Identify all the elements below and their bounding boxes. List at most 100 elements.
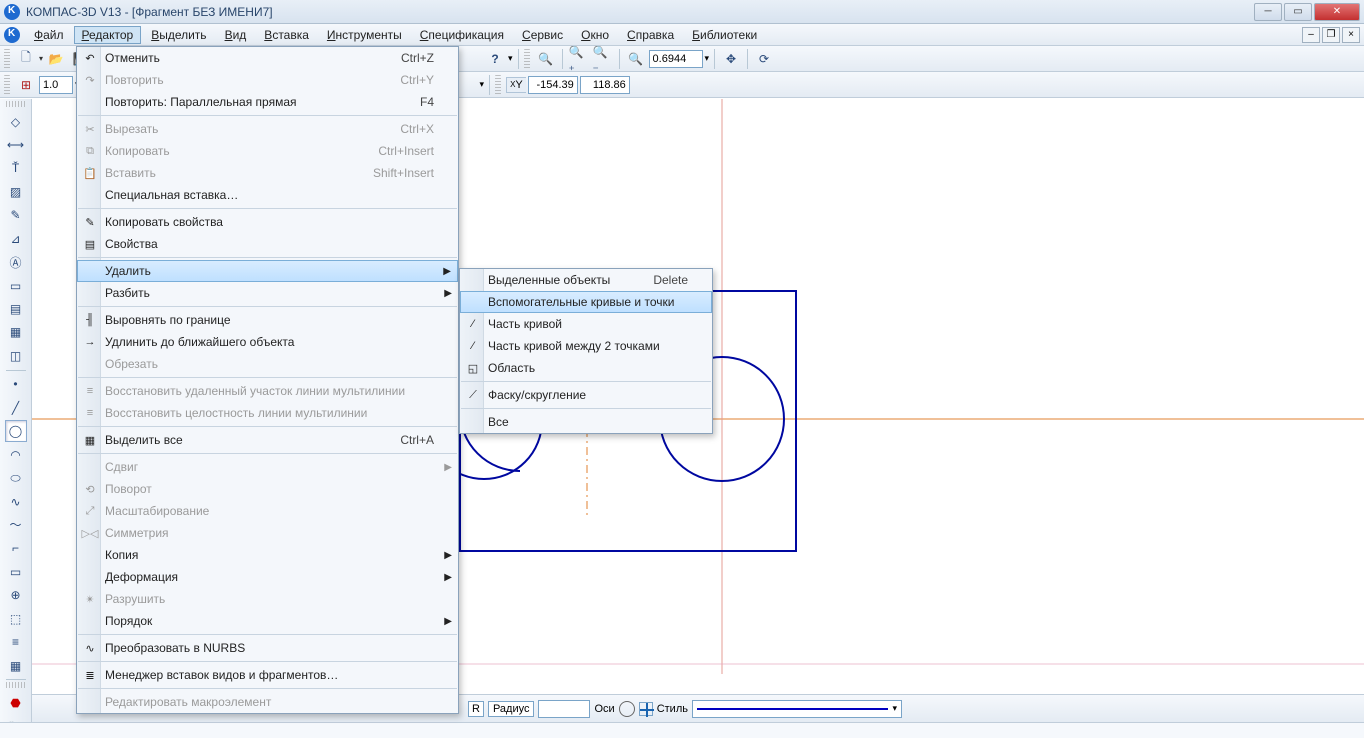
axes-on-icon[interactable] (639, 702, 653, 716)
toolbar-gripper[interactable] (495, 75, 501, 95)
mdi-restore-button[interactable]: ❐ (1322, 27, 1340, 43)
zoom-fit-button[interactable]: 🔍 (625, 48, 647, 70)
menu-сервис[interactable]: Сервис (514, 26, 571, 44)
arc-tool-icon[interactable]: ◠ (5, 444, 27, 465)
menu-item: Редактировать макроэлемент (77, 691, 458, 713)
menu-item[interactable]: Удалить▶ (77, 260, 458, 282)
style-select[interactable]: ▾ (692, 700, 902, 718)
menu-item[interactable]: ↶ОтменитьCtrl+Z (77, 47, 458, 69)
open-button[interactable]: 📂 (45, 48, 67, 70)
equid-tool-icon[interactable]: ≡ (5, 631, 27, 652)
spline-tool-icon[interactable]: ∿ (5, 491, 27, 512)
measure-tool-icon[interactable]: Ⓐ (5, 251, 27, 272)
toolbar-gripper[interactable] (6, 101, 26, 107)
menu-библиотеки[interactable]: Библиотеки (684, 26, 765, 44)
menu-item[interactable]: ╢Выровнять по границе (77, 309, 458, 331)
menu-выделить[interactable]: Выделить (143, 26, 214, 44)
mdi-close-button[interactable]: × (1342, 27, 1360, 43)
rect-tool-icon[interactable]: ▭ (5, 561, 27, 582)
menu-item[interactable]: →Удлинить до ближайшего объекта (77, 331, 458, 353)
menu-item-label: Повторить: Параллельная прямая (105, 95, 297, 109)
contour-tool-icon[interactable]: ⬚ (5, 608, 27, 629)
maximize-button[interactable]: ▭ (1284, 3, 1312, 21)
menu-item[interactable]: Разбить▶ (77, 282, 458, 304)
select-tool-icon[interactable]: ▭ (5, 275, 27, 296)
param-tool-icon[interactable]: ⊿ (5, 228, 27, 249)
menu-item[interactable]: Вспомогательные кривые и точки (460, 291, 712, 313)
menu-item-icon: ⧉ (81, 142, 99, 160)
app-menu-icon[interactable] (4, 27, 20, 43)
menu-вид[interactable]: Вид (217, 26, 255, 44)
menu-окно[interactable]: Окно (573, 26, 617, 44)
step-input[interactable] (39, 76, 73, 94)
coord-x-input[interactable] (528, 76, 578, 94)
minimize-button[interactable]: ─ (1254, 3, 1282, 21)
menu-вставка[interactable]: Вставка (256, 26, 317, 44)
menu-item[interactable]: Деформация▶ (77, 566, 458, 588)
menu-инструменты[interactable]: Инструменты (319, 26, 410, 44)
text-tool-icon[interactable]: Ť (5, 158, 27, 179)
menu-item[interactable]: ▦Выделить всеCtrl+A (77, 429, 458, 451)
menu-справка[interactable]: Справка (619, 26, 682, 44)
fillet-tool-icon[interactable]: ⌐ (5, 538, 27, 559)
menu-спецификация[interactable]: Спецификация (412, 26, 512, 44)
zoom-in-button[interactable]: 🔍₊ (568, 48, 590, 70)
menu-item[interactable]: ⟋Фаску/скругление (460, 384, 712, 406)
line-tool-icon[interactable]: ╱ (5, 397, 27, 418)
menu-item[interactable]: Копия▶ (77, 544, 458, 566)
pan-button[interactable]: ✥ (720, 48, 742, 70)
zoom-out-button[interactable]: 🔍₋ (592, 48, 614, 70)
menu-item-icon: ╢ (81, 311, 99, 329)
radius-input[interactable] (538, 700, 590, 718)
menu-редактор[interactable]: Редактор (74, 26, 142, 44)
style-label: Стиль (657, 703, 688, 715)
toolbar-gripper[interactable] (4, 49, 10, 69)
zoom-window-button[interactable]: 🔍 (535, 48, 557, 70)
coord-y-input[interactable] (580, 76, 630, 94)
menu-item[interactable]: Все (460, 411, 712, 433)
point-tool-icon[interactable]: • (5, 374, 27, 395)
hatch2-tool-icon[interactable]: ▦ (5, 655, 27, 676)
hatch-tool-icon[interactable]: ▨ (5, 181, 27, 202)
stop-button[interactable]: ⬣ (5, 692, 27, 713)
menu-item[interactable]: Выделенные объектыDelete (460, 269, 712, 291)
gather-tool-icon[interactable]: ⊕ (5, 585, 27, 606)
menu-item: ▷◁Симметрия (77, 522, 458, 544)
views-tool-icon[interactable]: ◫ (5, 345, 27, 366)
menu-item[interactable]: Повторить: Параллельная прямаяF4 (77, 91, 458, 113)
menu-item-icon: ↶ (81, 49, 99, 67)
report-tool-icon[interactable]: ▦ (5, 322, 27, 343)
redraw-button[interactable]: ⟳ (753, 48, 775, 70)
r-label: R (468, 701, 484, 717)
menu-файл[interactable]: Файл (26, 26, 72, 44)
new-doc-button[interactable]: 🗋 (15, 48, 37, 70)
spline2-tool-icon[interactable]: ～ (5, 514, 27, 535)
menu-item[interactable]: ✎Копировать свойства (77, 211, 458, 233)
toolbar-gripper[interactable] (4, 75, 10, 95)
toolbar-gripper[interactable] (6, 682, 26, 688)
mdi-minimize-button[interactable]: – (1302, 27, 1320, 43)
menu-item[interactable]: ≣Менеджер вставок видов и фрагментов… (77, 664, 458, 686)
axes-off-icon[interactable] (619, 701, 635, 717)
spec-tool-icon[interactable]: ▤ (5, 298, 27, 319)
menu-item[interactable]: ◱Область (460, 357, 712, 379)
title-bar: КОМПАС-3D V13 - [Фрагмент БЕЗ ИМЕНИ7] ─ … (0, 0, 1364, 24)
geometry-tool-icon[interactable]: ◇ (5, 111, 27, 132)
menu-item[interactable]: ⁄Часть кривой между 2 точками (460, 335, 712, 357)
menu-item[interactable]: Порядок▶ (77, 610, 458, 632)
dimension-tool-icon[interactable]: ⟷ (5, 134, 27, 155)
toolbar-gripper[interactable] (524, 49, 530, 69)
edit-tool-icon[interactable]: ✎ (5, 205, 27, 226)
menu-item-label: Часть кривой между 2 точками (488, 339, 660, 353)
circle-tool-icon[interactable]: ◯ (5, 420, 27, 441)
help-button[interactable]: ? (484, 48, 506, 70)
menu-item[interactable]: ⁄Часть кривой (460, 313, 712, 335)
menu-item-icon (81, 458, 99, 476)
menu-item[interactable]: ▤Свойства (77, 233, 458, 255)
close-button[interactable]: ✕ (1314, 3, 1360, 21)
menu-item[interactable]: Специальная вставка… (77, 184, 458, 206)
snap-button[interactable]: ⊞ (15, 74, 37, 96)
menu-item[interactable]: ∿Преобразовать в NURBS (77, 637, 458, 659)
ellipse-tool-icon[interactable]: ⬭ (5, 467, 27, 488)
zoom-input[interactable] (649, 50, 703, 68)
